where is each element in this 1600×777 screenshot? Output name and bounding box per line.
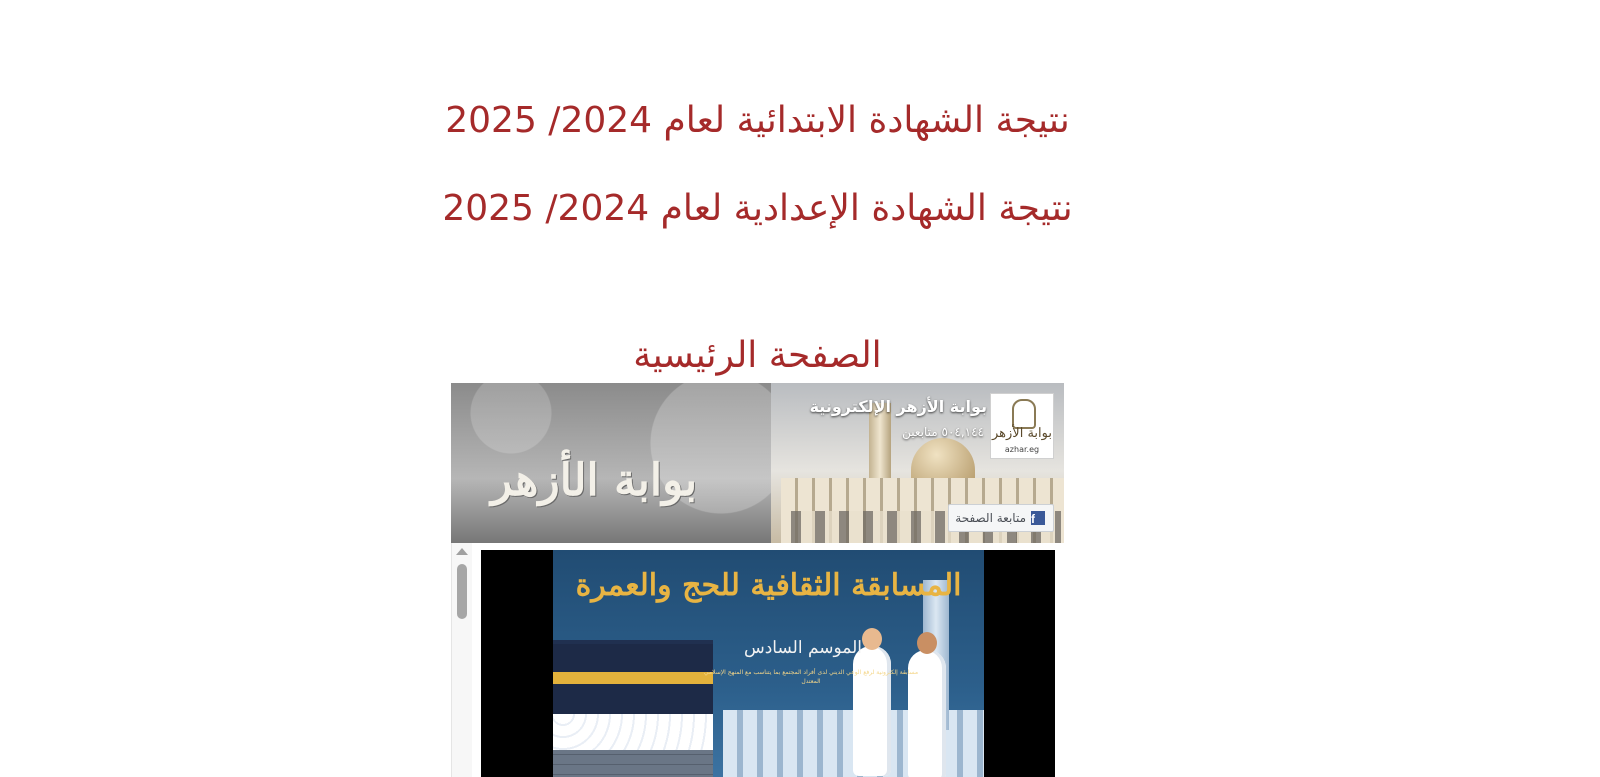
timeline-scrollbar[interactable] — [452, 543, 472, 777]
hajj-umrah-contest-poster: المسابقة الثقافية للحج والعمرة الموسم ال… — [553, 550, 984, 777]
follow-page-button[interactable]: f متابعة الصفحة — [948, 504, 1054, 532]
kaaba-gold-band — [553, 672, 713, 684]
facebook-page-plugin: بوابة الأزهر بوابة الأزهر azhar.eg بوابة… — [451, 383, 1064, 777]
facebook-f-icon: f — [1031, 511, 1045, 525]
cover-calligraphy: بوابة الأزهر — [491, 455, 698, 506]
preparatory-certificate-result-link[interactable]: نتيجة الشهادة الإعدادية لعام 2024/ 2025 — [0, 191, 1515, 227]
page-timeline[interactable]: المسابقة الثقافية للحج والعمرة الموسم ال… — [451, 543, 1064, 777]
kaaba-illustration — [553, 640, 713, 777]
primary-certificate-result-link[interactable]: نتيجة الشهادة الابتدائية لعام 2024/ 2025 — [0, 103, 1515, 139]
avatar-domain: azhar.eg — [1004, 445, 1040, 454]
post-image[interactable]: المسابقة الثقافية للحج والعمرة الموسم ال… — [481, 550, 1055, 777]
scroll-up-arrow-icon[interactable] — [456, 548, 468, 555]
poster-title: المسابقة الثقافية للحج والعمرة — [575, 568, 962, 603]
scroll-thumb[interactable] — [457, 564, 467, 619]
page-avatar[interactable]: بوابة الأزهر azhar.eg — [990, 393, 1054, 459]
follow-page-label: متابعة الصفحة — [955, 511, 1026, 525]
kaaba-white-drape — [553, 714, 713, 750]
poster-description: مسابقة إلكترونية لرفع الوعي الديني لدى أ… — [703, 669, 919, 685]
page-cover-photo[interactable]: بوابة الأزهر بوابة الأزهر azhar.eg بوابة… — [451, 383, 1064, 543]
kaaba-stone-base — [553, 750, 713, 777]
pilgrim-woman-illustration — [853, 628, 891, 776]
avatar-logo-text: بوابة الأزهر — [992, 426, 1052, 441]
facebook-page-name-link[interactable]: بوابة الأزهر الإلكترونية — [810, 397, 987, 416]
azhar-seal-icon — [1012, 399, 1036, 429]
poster-subtitle: الموسم السادس — [743, 638, 863, 658]
followers-count: ٥٠٤,١٤٤ متابعين — [902, 425, 984, 439]
home-page-heading: الصفحة الرئيسية — [633, 335, 882, 376]
pilgrim-head — [917, 632, 937, 654]
